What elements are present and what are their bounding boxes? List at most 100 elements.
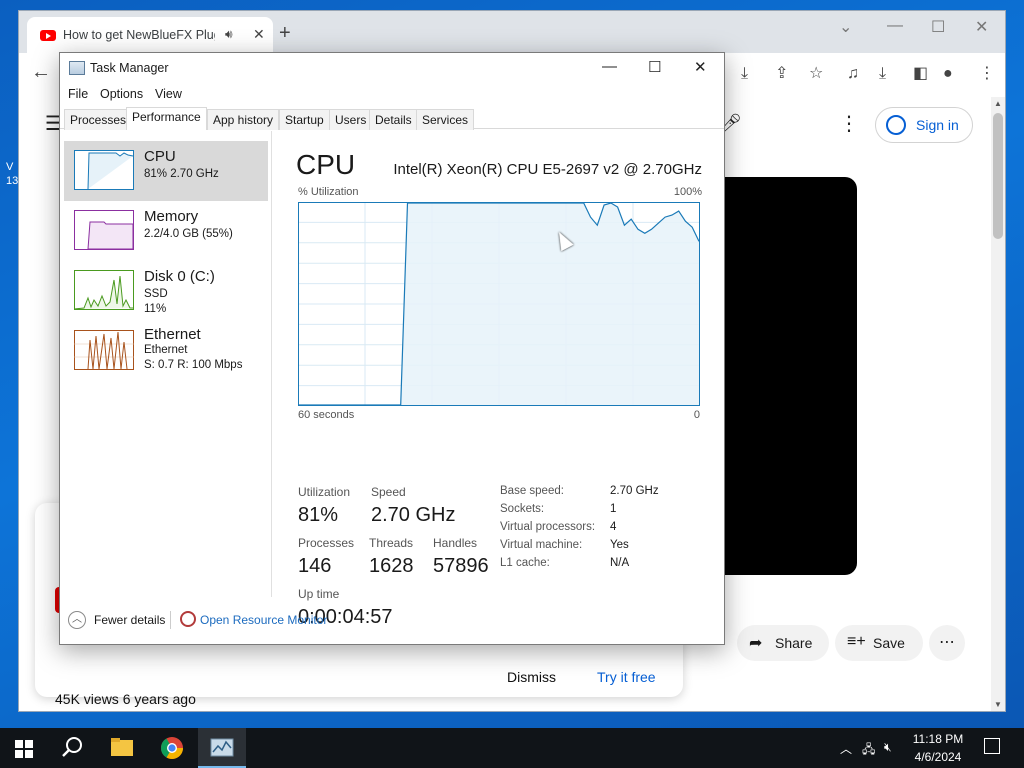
tab-app-history[interactable]: App history	[207, 109, 280, 130]
spec-value-virtual-processors: 4	[610, 521, 617, 533]
ethernet-sparkline	[74, 330, 134, 370]
utilization-axis-max: 100%	[673, 186, 702, 198]
network-icon[interactable]: 🖧︎	[862, 740, 875, 761]
try-it-free-button[interactable]: Try it free	[597, 669, 656, 685]
task-manager-window: Task Manager — ☐ ✕ File Options View Pro…	[59, 52, 725, 645]
speed-value: 2.70 GHz	[371, 504, 456, 526]
threads-label: Threads	[369, 536, 414, 550]
close-window-button[interactable]: ✕	[975, 17, 988, 37]
sign-in-label: Sign in	[916, 117, 959, 133]
maximize-button[interactable]: ☐	[931, 17, 945, 37]
install-icon[interactable]: ⤓	[741, 65, 748, 83]
video-view-count: 45K views 6 years ago	[55, 691, 196, 707]
clock-time[interactable]: 11:18 PM	[906, 732, 970, 746]
spec-label-base-speed: Base speed:	[500, 485, 564, 497]
scroll-thumb[interactable]	[993, 113, 1003, 239]
dismiss-button[interactable]: Dismiss	[507, 669, 556, 685]
more-options-icon[interactable]: ⋮	[839, 111, 859, 136]
close-window-button[interactable]: ✕	[694, 58, 707, 76]
sidebar-memory-name: Memory	[144, 208, 199, 225]
task-manager-titlebar[interactable]: Task Manager — ☐ ✕	[60, 53, 724, 83]
maximize-button[interactable]: ☐	[648, 58, 661, 76]
threads-value: 1628	[369, 555, 414, 577]
more-actions-button[interactable]: ⋯	[929, 625, 965, 661]
notification-icon[interactable]	[984, 738, 1000, 754]
menu-view[interactable]: View	[155, 87, 182, 101]
sidebar-item-ethernet[interactable]: Ethernet Ethernet S: 0.7 R: 100 Mbps	[64, 321, 268, 381]
spec-value-l1-cache: N/A	[610, 557, 630, 569]
file-explorer-icon[interactable]	[98, 728, 146, 768]
sidebar-disk-name: Disk 0 (C:)	[144, 268, 215, 285]
share-page-icon[interactable]: ⇪	[775, 65, 788, 83]
open-resource-monitor-link[interactable]: Open Resource Monitor	[200, 613, 327, 627]
search-icon[interactable]	[48, 728, 96, 768]
tab-services[interactable]: Services	[416, 109, 475, 130]
sidebar-ethernet-name: Ethernet	[144, 326, 201, 343]
speed-label: Speed	[371, 485, 406, 499]
chrome-icon[interactable]	[148, 728, 196, 768]
spec-label-virtual-processors: Virtual processors:	[500, 521, 596, 533]
chevron-down-icon[interactable]: ⌄	[839, 17, 852, 37]
spec-label-l1-cache: L1 cache:	[500, 557, 550, 569]
tab-strip: Processes Performance App history Startu…	[60, 107, 724, 130]
video-player[interactable]	[709, 177, 857, 575]
fewer-details-link[interactable]: Fewer details	[94, 613, 165, 627]
media-control-icon[interactable]: ♫	[847, 65, 859, 83]
bookmark-star-icon[interactable]: ☆	[809, 65, 823, 83]
windows-start-icon[interactable]	[15, 740, 33, 758]
back-arrow-icon[interactable]: ←	[31, 62, 51, 82]
minimize-button[interactable]: —	[887, 17, 903, 35]
account-circle-icon	[886, 115, 906, 135]
sidebar-ethernet-throughput: S: 0.7 R: 100 Mbps	[144, 359, 243, 371]
speaker-icon[interactable]: 🔊︎	[225, 27, 233, 42]
task-manager-taskbar-icon[interactable]	[198, 728, 246, 768]
sidebar-item-cpu[interactable]: CPU 81% 2.70 GHz	[64, 141, 268, 201]
clock-date[interactable]: 4/6/2024	[906, 750, 970, 764]
resource-sidebar: CPU 81% 2.70 GHz Memory 2.2/4.0 GB (55%)…	[60, 131, 272, 597]
youtube-logo-icon	[40, 30, 56, 41]
tab-processes[interactable]: Processes	[64, 109, 133, 130]
volume-muted-icon[interactable]: 🔇︎	[884, 740, 892, 755]
save-button[interactable]: ≡+ Save	[835, 625, 923, 661]
footer-divider	[170, 611, 171, 629]
browser-tab[interactable]: How to get NewBlueFX Plug 🔊︎ ✕	[27, 17, 273, 53]
desktop-icon-label[interactable]: V 13	[6, 160, 18, 188]
tab-performance[interactable]: Performance	[126, 107, 207, 130]
menu-file[interactable]: File	[68, 87, 88, 101]
utilization-value: 81%	[298, 504, 339, 526]
tab-startup[interactable]: Startup	[279, 109, 330, 130]
save-label: Save	[873, 635, 905, 651]
task-manager-icon	[69, 61, 85, 75]
tab-users[interactable]: Users	[329, 109, 373, 130]
scroll-up-icon[interactable]: ▲	[994, 99, 1002, 108]
tab-details[interactable]: Details	[369, 109, 418, 130]
sidebar-cpu-detail: 81% 2.70 GHz	[144, 168, 219, 180]
utilization-label: Utilization	[298, 485, 351, 499]
close-tab-button[interactable]: ✕	[253, 26, 265, 43]
side-panel-icon[interactable]: ◧	[913, 65, 928, 83]
uptime-label: Up time	[298, 587, 340, 601]
menu-options[interactable]: Options	[100, 87, 143, 101]
downloads-icon[interactable]: ⤓	[879, 65, 886, 83]
sidebar-disk-usage: 11%	[144, 303, 167, 315]
page-scrollbar[interactable]: ▲ ▼	[991, 97, 1005, 711]
graph-time-start: 60 seconds	[298, 409, 355, 421]
sidebar-item-disk[interactable]: Disk 0 (C:) SSD 11%	[64, 261, 268, 321]
browser-menu-icon[interactable]: ⋮	[979, 65, 995, 83]
sidebar-item-memory[interactable]: Memory 2.2/4.0 GB (55%)	[64, 201, 268, 261]
new-tab-button[interactable]: +	[279, 23, 291, 43]
profile-avatar-icon[interactable]: ●	[943, 65, 953, 83]
minimize-button[interactable]: —	[602, 58, 617, 75]
handles-label: Handles	[433, 536, 478, 550]
sign-in-button[interactable]: Sign in	[875, 107, 973, 143]
spec-value-virtual-machine: Yes	[610, 539, 629, 551]
processes-value: 146	[298, 555, 332, 577]
desktop-icon-label-2: 13	[6, 175, 19, 187]
chevron-up-icon[interactable]: ︿	[68, 611, 86, 629]
page-title: CPU	[296, 149, 356, 180]
graph-time-end: 0	[693, 409, 700, 421]
scroll-down-icon[interactable]: ▼	[994, 700, 1002, 709]
chevron-up-icon[interactable]: ︿	[840, 740, 852, 757]
share-button[interactable]: ➦ Share	[737, 625, 829, 661]
menu-bar: File Options View	[60, 83, 724, 105]
